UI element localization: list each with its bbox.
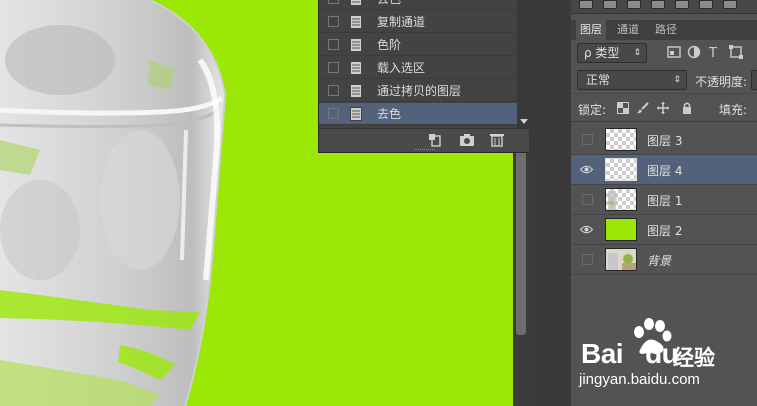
- updown-arrows-icon: ⇕: [673, 75, 681, 85]
- layer-filter-row: ρ 类型 ⇕ T: [571, 40, 757, 66]
- filter-type-label: ρ 类型: [584, 46, 620, 60]
- history-item-selected[interactable]: 去色: [319, 103, 517, 125]
- watermark-url: jingyan.baidu.com: [579, 371, 700, 388]
- layer-row[interactable]: 图层 1: [571, 185, 757, 215]
- history-item[interactable]: 去色: [319, 0, 517, 10]
- document-icon: [350, 0, 362, 6]
- history-item-label: 复制通道: [377, 15, 426, 29]
- updown-arrows-icon: ⇕: [633, 48, 641, 58]
- layer-row-selected[interactable]: 图层 4: [571, 155, 757, 185]
- lock-label: 锁定:: [578, 103, 607, 117]
- new-document-from-state-icon[interactable]: [427, 133, 443, 147]
- history-item-label: 色阶: [377, 38, 402, 52]
- adjustment-layer-filter-icon[interactable]: [687, 45, 701, 59]
- history-snapshot-checkbox[interactable]: [328, 85, 339, 96]
- layer-thumbnail: [605, 248, 637, 271]
- history-item-label: 去色: [377, 107, 402, 121]
- history-panel: 去色 复制通道 色阶 载入选区 通过拷贝的图层 去色: [318, 0, 530, 153]
- history-snapshot-checkbox[interactable]: [328, 108, 339, 119]
- document-icon: [350, 37, 362, 52]
- history-item[interactable]: 通过拷贝的图层: [319, 80, 517, 102]
- scroll-down-arrow-icon[interactable]: [520, 119, 528, 124]
- adjustment-preset-icon[interactable]: [675, 0, 689, 9]
- adjustment-preset-icon[interactable]: [651, 0, 665, 9]
- adjustments-toolstrip: [571, 0, 757, 14]
- layer-thumbnail: [605, 218, 637, 241]
- visibility-toggle-empty[interactable]: [582, 134, 593, 145]
- opacity-label: 不透明度:: [695, 75, 748, 89]
- history-snapshot-checkbox[interactable]: [328, 16, 339, 27]
- layer-thumbnail: [605, 128, 637, 151]
- eye-icon[interactable]: [580, 224, 593, 235]
- history-item-label: 通过拷贝的图层: [377, 84, 462, 98]
- adjustment-preset-icon[interactable]: [579, 0, 593, 9]
- panel-dock-gap: [529, 0, 571, 406]
- history-item[interactable]: 载入选区: [319, 57, 517, 79]
- adjustment-preset-icon[interactable]: [627, 0, 641, 9]
- baidu-jingyan-watermark: Bai du 经验 jingyan.baidu.com: [573, 318, 757, 398]
- layer-name: 图层 2: [647, 224, 683, 238]
- adjustment-preset-icon[interactable]: [723, 0, 737, 9]
- document-icon: [350, 60, 362, 75]
- history-item[interactable]: 色阶: [319, 34, 517, 56]
- visibility-toggle-empty[interactable]: [582, 254, 593, 265]
- lock-position-move-icon[interactable]: [657, 102, 669, 114]
- layer-name: 图层 4: [647, 164, 683, 178]
- watermark-cn: 经验: [673, 346, 715, 370]
- layer-filter-type-select[interactable]: ρ 类型 ⇕: [577, 43, 647, 63]
- tab-channels[interactable]: 通道: [611, 20, 645, 40]
- layer-row[interactable]: 图层 3: [571, 125, 757, 155]
- document-icon: [350, 83, 362, 98]
- history-snapshot-checkbox[interactable]: [328, 39, 339, 50]
- blend-mode-select[interactable]: 正常 ⇕: [577, 70, 687, 90]
- history-item[interactable]: 复制通道: [319, 11, 517, 33]
- layer-name: 背景: [647, 254, 672, 268]
- pixel-layer-filter-icon[interactable]: [667, 45, 681, 59]
- opacity-input[interactable]: [751, 70, 757, 90]
- camera-snapshot-icon[interactable]: [459, 133, 475, 147]
- history-snapshot-checkbox[interactable]: [328, 62, 339, 73]
- shape-layer-filter-icon[interactable]: [729, 45, 743, 59]
- lock-image-pixels-brush-icon[interactable]: [637, 102, 649, 114]
- tab-layers[interactable]: 图层: [576, 20, 606, 40]
- lock-all-padlock-icon[interactable]: [681, 102, 693, 114]
- blend-row: 正常 ⇕ 不透明度:: [571, 66, 757, 94]
- trash-icon[interactable]: [489, 133, 505, 147]
- history-snapshot-checkbox[interactable]: [328, 0, 339, 4]
- eye-icon[interactable]: [580, 164, 593, 175]
- layer-thumbnail: [605, 188, 637, 211]
- visibility-toggle-empty[interactable]: [582, 194, 593, 205]
- panel-tabs: 图层 通道 路径: [571, 20, 757, 40]
- history-footer: [319, 128, 530, 152]
- document-icon: [350, 106, 362, 121]
- watermark-brand: Bai du: [581, 338, 679, 369]
- background-photo-thumbnail: [606, 249, 636, 270]
- history-item-label: 去色: [377, 0, 401, 7]
- svg-text:T: T: [708, 46, 717, 59]
- adjustment-preset-icon[interactable]: [603, 0, 617, 9]
- blend-mode-value: 正常: [586, 73, 611, 87]
- glass-thumbnail-image: [608, 191, 617, 210]
- resize-grip[interactable]: [415, 149, 435, 151]
- document-icon: [350, 14, 362, 29]
- tab-paths[interactable]: 路径: [649, 20, 683, 40]
- layer-name: 图层 1: [647, 194, 683, 208]
- lock-row: 锁定: 填充:: [571, 96, 757, 122]
- fill-label: 填充:: [719, 103, 748, 117]
- layer-name: 图层 3: [647, 134, 683, 148]
- layer-row[interactable]: 图层 2: [571, 215, 757, 245]
- lock-transparent-pixels-icon[interactable]: [617, 102, 629, 114]
- layer-thumbnail: [605, 158, 637, 181]
- history-item-label: 载入选区: [377, 61, 426, 75]
- type-layer-filter-icon[interactable]: T: [707, 45, 721, 59]
- layer-row[interactable]: 背景: [571, 245, 757, 275]
- adjustment-preset-icon[interactable]: [699, 0, 713, 9]
